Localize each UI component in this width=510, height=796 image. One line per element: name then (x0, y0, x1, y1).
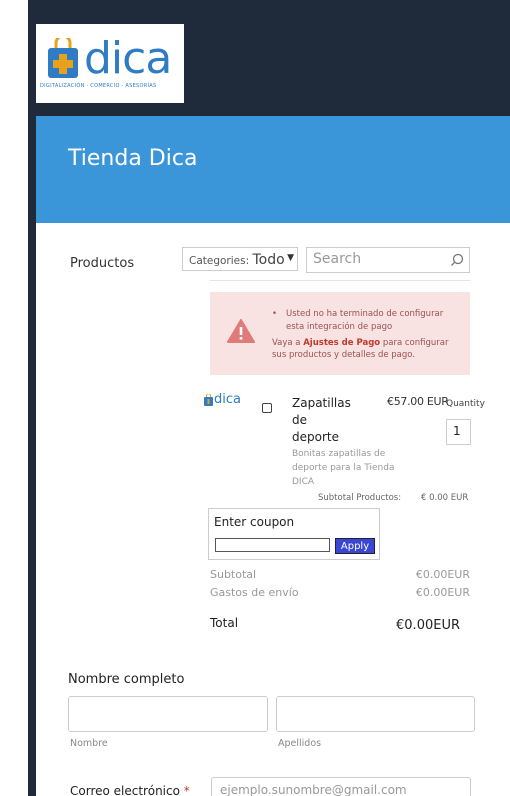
shopping-bag-icon (48, 38, 78, 78)
shipping-value: €0.00EUR (415, 586, 470, 599)
product-description-line: Bonitas zapatillas de (292, 449, 386, 459)
payment-config-alert: • Usted no ha terminado de configurar es… (210, 292, 470, 375)
logo-wordmark: dica (84, 33, 172, 84)
alert-line-1: Usted no ha terminado de configurar (286, 309, 444, 319)
product-name-line: de (292, 413, 307, 427)
required-mark: * (183, 784, 190, 796)
subtotal-value: €0.00EUR (415, 568, 470, 581)
subtotal-label: Subtotal (210, 568, 257, 581)
last-name-hint: Apellidos (278, 738, 322, 749)
first-name-field[interactable] (68, 696, 268, 732)
alert-line-4: sus productos y detalles de pago. (272, 350, 416, 360)
full-name-label: Nombre completo (68, 672, 185, 687)
warning-icon (227, 319, 255, 343)
store-header: Tienda Dica (36, 116, 510, 223)
widget-frame: dica DIGITALIZACIÓN · COMERCIO · ASESORÍ… (28, 0, 510, 796)
product-name-line: deporte (292, 430, 339, 444)
dica-logo: dica DIGITALIZACIÓN · COMERCIO · ASESORÍ… (36, 24, 184, 103)
product-description: Bonitas zapatillas de deporte para la Ti… (292, 447, 412, 489)
category-value: Todo (252, 252, 285, 268)
coupon-label: Enter coupon (214, 515, 295, 529)
alert-bullet: • (272, 309, 278, 319)
product-description-line: deporte para la Tienda (292, 463, 395, 473)
product-name: Zapatillas de deporte (292, 395, 362, 446)
product-price: €57.00 EUR (387, 395, 449, 408)
divider (210, 280, 470, 281)
coupon-box: Enter coupon Apply (208, 508, 380, 560)
email-label-text: Correo electrónico (70, 784, 180, 796)
logo-tagline: DIGITALIZACIÓN · COMERCIO · ASESORÍAS (40, 83, 157, 89)
product-logo-text: dica (214, 392, 241, 407)
total-value: €0.00EUR (396, 618, 460, 633)
page-title: Tienda Dica (68, 146, 198, 171)
product-subtotal-label: Subtotal Productos: (318, 493, 402, 503)
product-checkbox[interactable] (262, 403, 272, 413)
search-placeholder: Search (313, 251, 362, 267)
product-description-line: DICA (292, 477, 315, 487)
category-select[interactable]: Categories: Todo ▼ (182, 247, 298, 271)
alert-line-3-post: para configurar (382, 338, 449, 348)
email-field[interactable]: ejemplo.sunombre@gmail.com (211, 777, 471, 796)
coupon-input[interactable] (215, 538, 330, 552)
store-content: Productos Categories: Todo ▼ Search • Us… (36, 223, 510, 796)
email-placeholder: ejemplo.sunombre@gmail.com (220, 783, 407, 796)
shipping-label: Gastos de envío (210, 586, 299, 599)
apply-coupon-button[interactable]: Apply (335, 538, 375, 554)
product-image: dica (204, 392, 241, 407)
category-prefix: Categories: (189, 255, 250, 267)
payment-settings-link[interactable]: Ajustes de Pago (303, 338, 380, 348)
quantity-input[interactable]: 1 (446, 419, 471, 445)
email-label: Correo electrónico * (70, 784, 190, 796)
last-name-field[interactable] (276, 696, 475, 732)
total-label: Total (210, 616, 239, 630)
alert-line-2: esta integración de pago (286, 322, 393, 332)
product-subtotal-value: € 0.00 EUR (421, 493, 469, 503)
products-label: Productos (70, 256, 135, 271)
shopping-bag-icon (204, 392, 213, 406)
chevron-down-icon: ▼ (287, 253, 294, 263)
quantity-label: Quantity (446, 399, 485, 409)
search-input[interactable]: Search (306, 247, 470, 273)
alert-line-3-pre: Vaya a (272, 338, 301, 348)
search-icon (451, 253, 464, 266)
first-name-hint: Nombre (70, 738, 108, 749)
alert-line-3: Vaya a Ajustes de Pago para configurar (272, 338, 448, 348)
product-name-line: Zapatillas (292, 396, 351, 410)
